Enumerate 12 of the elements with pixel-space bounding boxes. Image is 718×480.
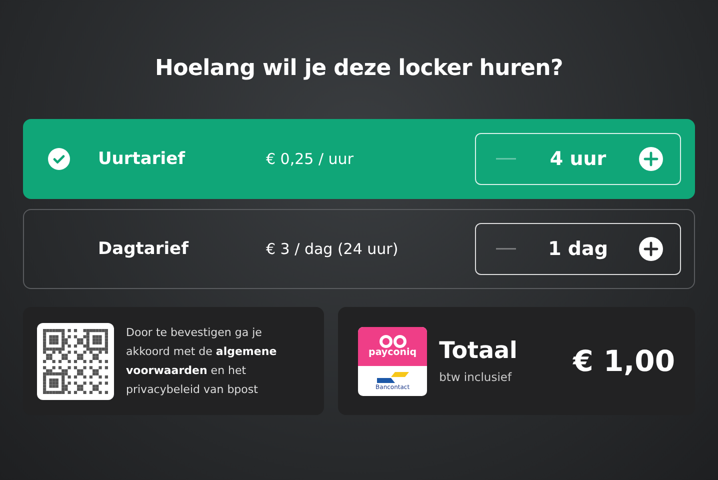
total-label: Totaal (439, 338, 518, 364)
rate-option[interactable]: Dagtarief € 3 / dag (24 uur) 1 dag (23, 209, 695, 289)
terms-text: Door te bevestigen ga je akkoord met de algemene voorwaarden en het privacybeleid van bpost (126, 325, 278, 398)
rate-name: Uurtarief (98, 149, 186, 169)
rate-name: Dagtarief (98, 239, 190, 259)
page-heading: Hoelang wil je deze locker huren? (154, 56, 564, 81)
rate-price: € 3 / dag (24 uur) (266, 240, 400, 258)
quantity-value: 1 dag (547, 238, 609, 260)
total-amount: € 1,00 (573, 344, 675, 378)
quantity-value: 4 uur (548, 148, 608, 170)
rate-price: € 0,25 / uur (266, 150, 354, 168)
vat-note: btw inclusief (439, 370, 513, 384)
